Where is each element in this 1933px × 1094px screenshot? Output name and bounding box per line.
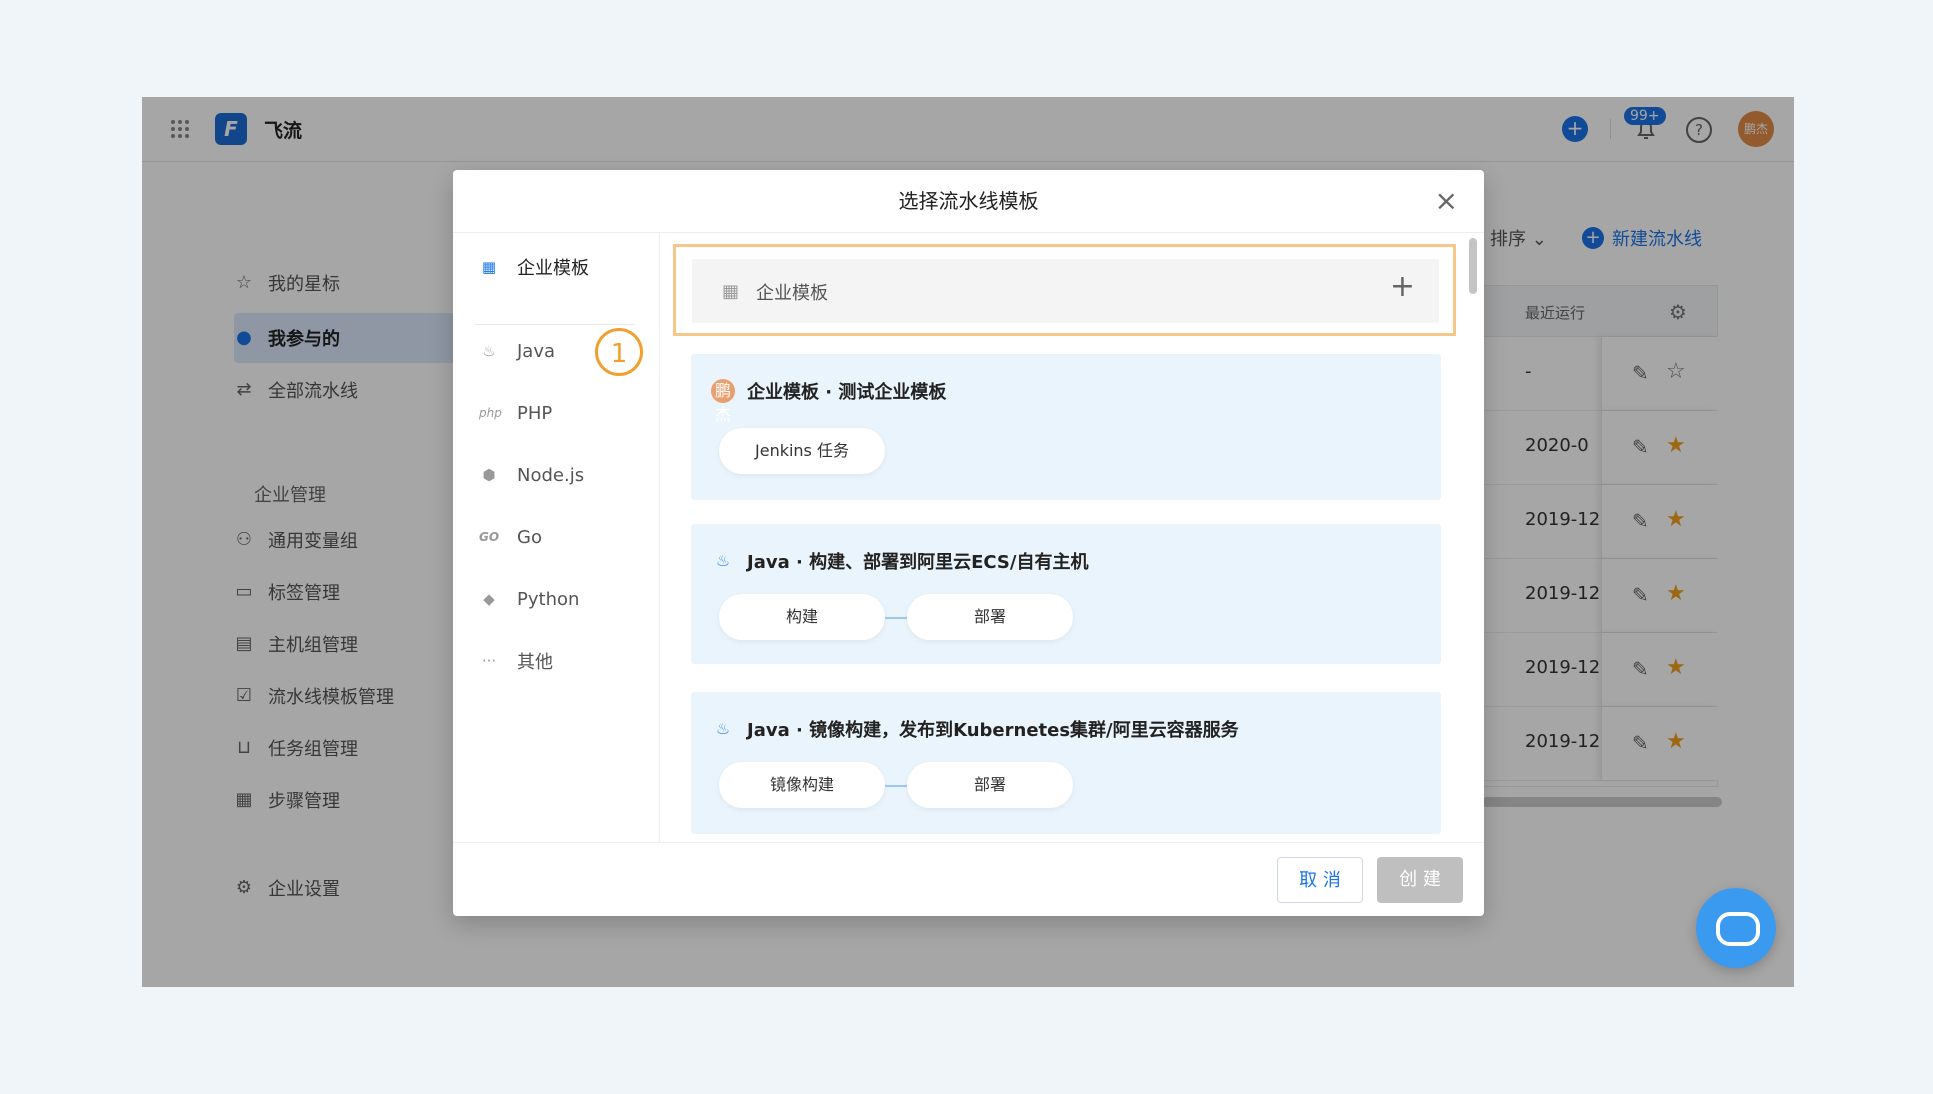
stage-connector <box>885 617 907 619</box>
template-card[interactable]: 鹏杰 企业模板 · 测试企业模板 Jenkins 任务 <box>691 354 1441 500</box>
template-title: ♨ Java · 镜像构建，发布到Kubernetes集群/阿里云容器服务 <box>711 716 1239 742</box>
grid-icon: ▦ <box>481 258 497 276</box>
enterprise-template-label: 企业模板 <box>756 283 828 304</box>
stage-connector <box>885 785 907 787</box>
category-go[interactable]: GO Go <box>479 522 542 552</box>
create-button[interactable]: 创 建 <box>1377 857 1463 903</box>
stage-pill: 镜像构建 <box>719 762 885 808</box>
more-icon: ··· <box>481 652 497 670</box>
category-java[interactable]: ♨ Java <box>479 336 555 366</box>
chat-button[interactable] <box>1696 888 1776 968</box>
java-icon: ♨ <box>715 719 731 738</box>
divider <box>475 324 635 325</box>
template-title-text: 企业模板 · 测试企业模板 <box>747 382 947 403</box>
grid-icon: ▦ <box>722 281 740 302</box>
template-card[interactable]: ♨ Java · 构建、部署到阿里云ECS/自有主机 构建 部署 <box>691 524 1441 664</box>
python-icon: ◆ <box>483 590 495 608</box>
category-label: Go <box>517 526 542 548</box>
java-icon: ♨ <box>715 551 731 570</box>
category-label: 其他 <box>517 652 553 673</box>
category-label: Python <box>517 588 580 610</box>
vertical-scrollbar[interactable] <box>1469 238 1477 294</box>
template-title-text: Java · 构建、部署到阿里云ECS/自有主机 <box>747 552 1089 573</box>
template-category-list: ▦ 企业模板 1 ♨ Java php PHP ⬢ Node.js GO Go … <box>453 232 660 842</box>
modal-title: 选择流水线模板 <box>453 170 1484 233</box>
template-card[interactable]: ♨ Java · 镜像构建，发布到Kubernetes集群/阿里云容器服务 镜像… <box>691 692 1441 834</box>
template-title-text: Java · 镜像构建，发布到Kubernetes集群/阿里云容器服务 <box>747 720 1239 741</box>
category-label: PHP <box>517 402 553 424</box>
template-selection-modal: 选择流水线模板 × ▦ 企业模板 1 ♨ Java php PHP ⬢ Node… <box>453 170 1484 916</box>
close-icon[interactable]: × <box>1435 187 1458 215</box>
category-enterprise[interactable]: ▦ 企业模板 <box>479 252 589 282</box>
category-python[interactable]: ◆ Python <box>479 584 579 614</box>
stage-pill: Jenkins 任务 <box>719 428 885 474</box>
category-nodejs[interactable]: ⬢ Node.js <box>479 460 584 490</box>
category-label: Node.js <box>517 464 585 486</box>
enterprise-template-highlight: ▦ 企业模板 + <box>673 244 1456 336</box>
php-icon: php <box>479 406 502 420</box>
step-number-badge: 1 <box>595 328 643 376</box>
stage-pill: 构建 <box>719 594 885 640</box>
modal-footer: 取 消 创 建 <box>453 842 1484 916</box>
stage-pill: 部署 <box>907 762 1073 808</box>
chat-bubble-icon <box>1716 912 1760 946</box>
plus-icon[interactable]: + <box>1390 269 1415 304</box>
category-other[interactable]: ··· 其他 <box>479 646 553 676</box>
java-icon: ♨ <box>482 342 496 360</box>
category-label: Java <box>517 340 556 362</box>
template-list: ▦ 企业模板 + 鹏杰 企业模板 · 测试企业模板 Jenkins 任务 ♨ J… <box>673 232 1463 842</box>
avatar-icon: 鹏杰 <box>711 379 735 424</box>
template-title: ♨ Java · 构建、部署到阿里云ECS/自有主机 <box>711 548 1089 574</box>
enterprise-template-header[interactable]: ▦ 企业模板 + <box>692 259 1439 323</box>
stage-pill: 部署 <box>907 594 1073 640</box>
template-title: 鹏杰 企业模板 · 测试企业模板 <box>711 378 947 424</box>
cancel-button[interactable]: 取 消 <box>1277 857 1363 903</box>
category-php[interactable]: php PHP <box>479 398 552 428</box>
nodejs-icon: ⬢ <box>482 466 496 484</box>
go-icon: GO <box>479 530 500 544</box>
category-label: 企业模板 <box>517 258 589 279</box>
